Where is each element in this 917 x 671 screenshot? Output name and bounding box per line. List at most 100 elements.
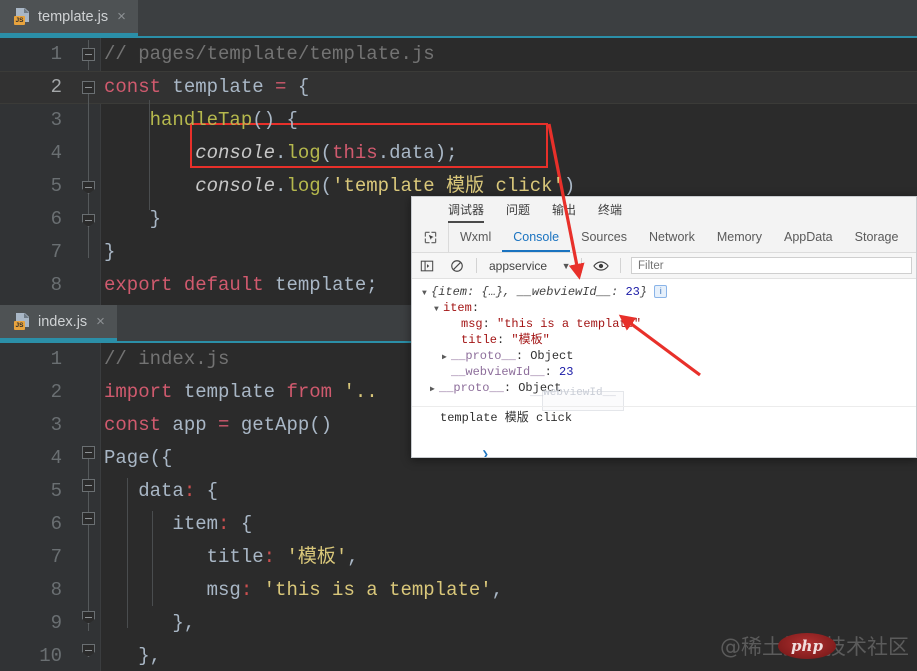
code-token: template [161,76,276,98]
inspect-element-icon[interactable] [412,223,449,252]
code-token: handleTap [149,109,253,131]
console-token: : [471,301,480,315]
line-number: 4 [50,142,62,164]
console-token: : [497,333,512,347]
line-number: 7 [50,241,62,263]
code-text: }, [104,640,161,671]
code-token: import [104,381,173,403]
fold-marker[interactable] [82,479,95,492]
triangle-right-icon[interactable]: ▶ [430,382,439,398]
code-line: 1 // pages/template/template.js [0,38,917,71]
code-token: // index.js [104,348,230,370]
code-token: . [275,175,287,197]
code-text: }, [104,607,195,640]
code-line: 8 msg: 'this is a template', [0,574,917,607]
code-token: , [347,546,359,568]
eye-icon[interactable] [586,253,616,278]
screenshot-root: JS template.js × 1 // pages/template/temp… [0,0,917,671]
fold-marker[interactable] [82,81,95,94]
code-text: import template from '.. [104,376,378,409]
code-token: '模板' [286,546,348,568]
devtools-top-tab[interactable]: 终端 [598,201,622,223]
line-number: 5 [50,480,62,502]
code-token: () { [252,109,298,131]
fold-marker[interactable] [82,48,95,61]
code-token: log [286,142,321,164]
code-token: data [104,480,184,502]
code-token: const [104,76,162,98]
code-token: this [332,142,378,164]
console-tree-row[interactable]: msg: "this is a template" [412,316,916,332]
line-number: 9 [50,612,62,634]
code-token: from [286,381,333,403]
code-token: = [218,414,230,436]
fold-marker[interactable] [82,446,95,459]
devtools-tab-sources[interactable]: Sources [570,223,638,252]
code-line: 7 title: '模板', [0,541,917,574]
code-text: msg: 'this is a template', [104,574,503,607]
devtools-tab-network[interactable]: Network [638,223,706,252]
chevron-down-icon[interactable]: ▼ [555,261,577,271]
console-token: 23 [625,285,640,299]
console-token: : [544,365,560,379]
info-badge[interactable]: i [654,285,668,299]
code-token: log [286,175,321,197]
code-text: Page({ [104,442,172,475]
tab-index-js[interactable]: JS index.js × [0,305,117,341]
code-text: const app = getApp() [104,409,332,442]
code-token: 'template 模版 click' [332,175,564,197]
code-token: console [195,175,276,197]
devtools-tab-wxml[interactable]: Wxml [449,223,502,252]
code-token: { [229,513,253,535]
code-token: '.. [343,381,378,403]
console-tree-row[interactable]: title: "模板" [412,332,916,348]
console-output[interactable]: ▼ {item: {…}, __webviewId__: 23} i ▼ item: m… [412,279,916,457]
code-text: console.log(this.data); [104,137,457,170]
code-token: template [172,381,287,403]
console-token: : Object [515,349,574,363]
console-token: {item: {…}, __webviewId__: [431,285,626,299]
code-token: }, [104,612,196,634]
fold-marker[interactable] [82,512,95,525]
line-number: 5 [50,175,62,197]
php-logo: php [778,633,836,659]
line-number: 1 [50,43,62,65]
console-tree-row[interactable]: __webviewId__: 23 [412,364,916,380]
devtools-tab-storage[interactable]: Storage [844,223,910,252]
code-token: } [104,208,162,230]
close-icon[interactable]: × [117,9,126,24]
code-token: . [275,142,287,164]
devtools-tab-memory[interactable]: Memory [706,223,773,252]
console-tree-row[interactable]: ▼ item: [412,300,916,316]
editor-tabbar-top: JS template.js × [0,0,917,38]
console-context-selector[interactable]: appservice [481,259,555,273]
code-line: 3 handleTap() { [0,104,917,137]
panel-toggle-icon[interactable] [412,253,442,278]
devtools-tab-console[interactable]: Console [502,223,571,252]
console-tree-row[interactable]: ▶ __proto__: Object [412,380,916,396]
code-token: ( [320,175,333,197]
line-number: 8 [50,579,62,601]
devtools-top-tab[interactable]: 调试器 [448,201,485,223]
clear-console-icon[interactable] [442,253,472,278]
devtools-tab-appdata[interactable]: AppData [773,223,844,252]
devtools-panel[interactable]: 调试器 问题 输出 终端 Wxml Console Sources Network Memor… [411,196,917,458]
console-tree-row[interactable]: ▼ {item: {…}, __webviewId__: 23} i [412,284,916,300]
close-icon[interactable]: × [96,314,105,329]
line-number: 6 [50,513,62,535]
toolbar-divider [476,258,477,273]
console-tree-row[interactable]: ▶ __proto__: Object [412,348,916,364]
tab-label: index.js [38,313,88,330]
line-number: 10 [39,645,62,667]
devtools-top-tab[interactable]: 输出 [552,201,576,223]
code-token: const [104,414,162,436]
code-line: 5 data: { [0,475,917,508]
tab-template-js[interactable]: JS template.js × [0,0,138,36]
console-filter-input[interactable] [631,257,912,274]
code-token: default [183,274,264,296]
code-text: data: { [104,475,218,508]
devtools-top-tab[interactable]: 问题 [506,201,530,223]
console-prompt-row[interactable]: ❯ [412,431,916,457]
